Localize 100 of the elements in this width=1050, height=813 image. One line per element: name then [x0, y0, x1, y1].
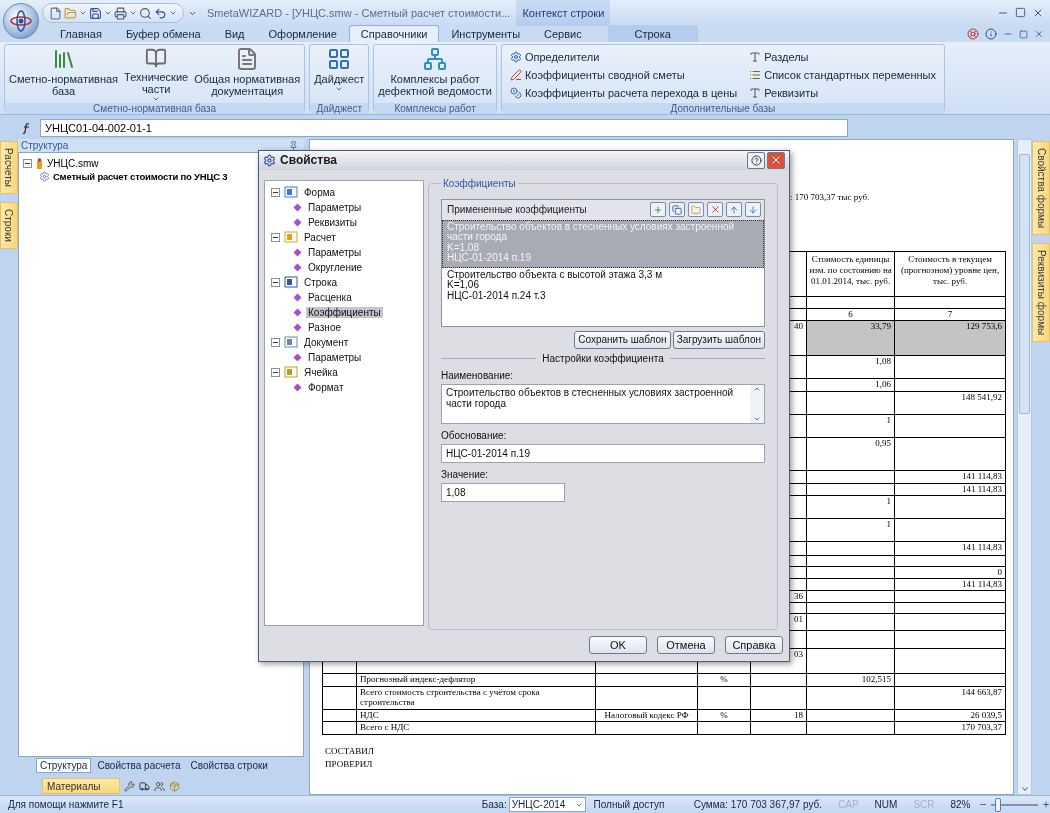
- text-icon: [749, 51, 762, 63]
- folder-button[interactable]: [688, 202, 704, 218]
- collapse-icon[interactable]: [22, 159, 32, 168]
- ribbon-tab[interactable]: Справочники: [348, 25, 440, 42]
- zoom-in-icon[interactable]: [1041, 799, 1050, 810]
- tree-item[interactable]: Параметры: [271, 199, 417, 215]
- ribbon-button[interactable]: Коэффициенты сводной сметы: [507, 67, 740, 83]
- collapse-icon[interactable]: [271, 187, 280, 197]
- tree-item[interactable]: Форма: [271, 184, 417, 200]
- tree-item[interactable]: Разное: [271, 319, 417, 335]
- dialog-button[interactable]: OK: [589, 636, 647, 655]
- materials-tab[interactable]: Материалы: [41, 778, 120, 794]
- side-tab[interactable]: Расчеты: [0, 141, 18, 194]
- dialog-button[interactable]: Справка: [725, 636, 783, 655]
- ribbon-tab[interactable]: Оформление: [256, 25, 349, 42]
- search-icon[interactable]: [139, 6, 152, 20]
- close-icon[interactable]: [1032, 7, 1044, 19]
- ribbon-tab[interactable]: Главная: [48, 25, 114, 42]
- ribbon-button[interactable]: Список стандартных переменных: [747, 67, 938, 83]
- ribbon-button[interactable]: Коэффициенты расчета перехода в цены: [507, 85, 740, 101]
- restore-icon[interactable]: [1019, 29, 1028, 39]
- tree-item[interactable]: Формат: [271, 379, 417, 395]
- side-tab[interactable]: Строки: [0, 202, 18, 249]
- add-button[interactable]: [650, 202, 666, 218]
- tree-item[interactable]: Расчет: [271, 229, 417, 245]
- close-button[interactable]: [767, 152, 785, 169]
- scroll-down-icon[interactable]: [1019, 784, 1030, 794]
- template-button[interactable]: Загрузить шаблон: [672, 330, 765, 349]
- caret-icon[interactable]: [79, 9, 87, 17]
- ribbon-button[interactable]: Комплексы работ дефектной ведомости: [376, 47, 494, 103]
- ribbon-tab[interactable]: Буфер обмена: [113, 25, 213, 42]
- collapse-icon[interactable]: [271, 367, 280, 377]
- info-icon[interactable]: [985, 28, 997, 40]
- maximize-icon[interactable]: [1015, 7, 1026, 18]
- pin-icon[interactable]: [289, 141, 299, 150]
- caret-icon[interactable]: [104, 9, 112, 17]
- delete-button[interactable]: [707, 202, 723, 218]
- ribbon-tab[interactable]: Вид: [212, 25, 257, 42]
- ribbon-button[interactable]: Общая нормативная документация: [192, 47, 303, 103]
- table-cell: 144 663,87: [894, 686, 1006, 710]
- printer-icon[interactable]: [114, 6, 127, 20]
- base-dropdown[interactable]: УНЦС-2014: [508, 797, 586, 812]
- help-icon: [750, 155, 762, 166]
- signature-label: ПРОВЕРИЛ: [325, 758, 374, 771]
- input-field[interactable]: НЦС-01-2014 п.19: [441, 443, 765, 463]
- group-title: Комплексы работ: [374, 103, 496, 114]
- tree-item[interactable]: Параметры: [271, 244, 417, 260]
- ribbon-button[interactable]: Разделы: [747, 49, 938, 65]
- truck-icon[interactable]: [138, 780, 150, 792]
- side-tab[interactable]: Реквизиты формы: [1032, 243, 1050, 343]
- caret-icon[interactable]: [129, 9, 137, 17]
- tree-item[interactable]: Реквизиты: [271, 214, 417, 230]
- caret-icon[interactable]: [169, 9, 177, 17]
- side-tab[interactable]: Свойства формы: [1032, 141, 1050, 236]
- panel-tab[interactable]: Структура: [35, 758, 92, 773]
- dialog-button[interactable]: Отмена: [657, 636, 715, 655]
- ribbon-button[interactable]: Дайджест: [312, 47, 367, 103]
- ribbon-button[interactable]: Реквизиты: [747, 85, 938, 101]
- table-cell: 148 541,92: [894, 391, 1006, 415]
- formula-field[interactable]: УНЦС01-04-002-01-1: [40, 119, 848, 137]
- scroll-bar[interactable]: [750, 384, 764, 423]
- copy-button[interactable]: [669, 202, 685, 218]
- close-icon[interactable]: [1034, 29, 1044, 39]
- tree-item[interactable]: Параметры: [271, 349, 417, 365]
- save-icon[interactable]: [89, 6, 102, 20]
- tree-item[interactable]: Коэффициенты: [271, 304, 417, 320]
- panel-tab[interactable]: Свойства строки: [186, 758, 272, 773]
- tree-item[interactable]: Строка: [271, 274, 417, 290]
- new-file-icon[interactable]: [49, 6, 62, 20]
- table-cell: Всего стоимость строительства с учётом срока строительства: [356, 686, 596, 710]
- ribbon-button[interactable]: Определители: [507, 49, 740, 65]
- input-field[interactable]: 1,08: [441, 482, 565, 502]
- signature-label: СОСТАВИЛ: [325, 745, 375, 758]
- collapse-icon[interactable]: [271, 232, 280, 242]
- tree-item[interactable]: Расценка: [271, 289, 417, 305]
- ribbon-tab[interactable]: Инструменты: [439, 25, 533, 42]
- people-icon[interactable]: [153, 780, 165, 792]
- tree-item[interactable]: Сметный расчет стоимости по УНЦС 3: [52, 171, 228, 182]
- template-button[interactable]: Сохранить шаблон: [574, 330, 671, 349]
- ribbon-button[interactable]: Технические части: [122, 47, 191, 103]
- ribbon-button[interactable]: Сметно-нормативная база: [7, 47, 121, 103]
- tree-item[interactable]: Документ: [271, 334, 417, 350]
- scroll-bar[interactable]: [1017, 139, 1033, 795]
- panel-tab[interactable]: Свойства расчета: [93, 758, 185, 773]
- move-down-button[interactable]: [745, 202, 761, 218]
- ribbon-tab[interactable]: Сервис: [532, 25, 594, 42]
- lifebuoy-icon[interactable]: [967, 28, 979, 40]
- collapse-icon[interactable]: [271, 277, 280, 287]
- tree-item[interactable]: УНЦС.smw: [46, 158, 99, 169]
- move-up-button[interactable]: [726, 202, 742, 218]
- collapse-icon[interactable]: [271, 337, 280, 347]
- ribbon-tab[interactable]: Строка: [607, 25, 698, 42]
- open-folder-icon[interactable]: [64, 6, 77, 20]
- name-field[interactable]: Строительство объектов в стесненных условиях застроенной части города: [441, 383, 765, 424]
- wrench-icon[interactable]: [123, 780, 135, 792]
- column-header: Стоимость единицы изм. по состоянию на 01.01.2014, тыс. руб.: [806, 251, 895, 297]
- tree-item[interactable]: Округление: [271, 259, 417, 275]
- help-button[interactable]: [747, 152, 765, 169]
- tree-item[interactable]: Ячейка: [271, 364, 417, 380]
- undo-icon[interactable]: [154, 6, 167, 20]
